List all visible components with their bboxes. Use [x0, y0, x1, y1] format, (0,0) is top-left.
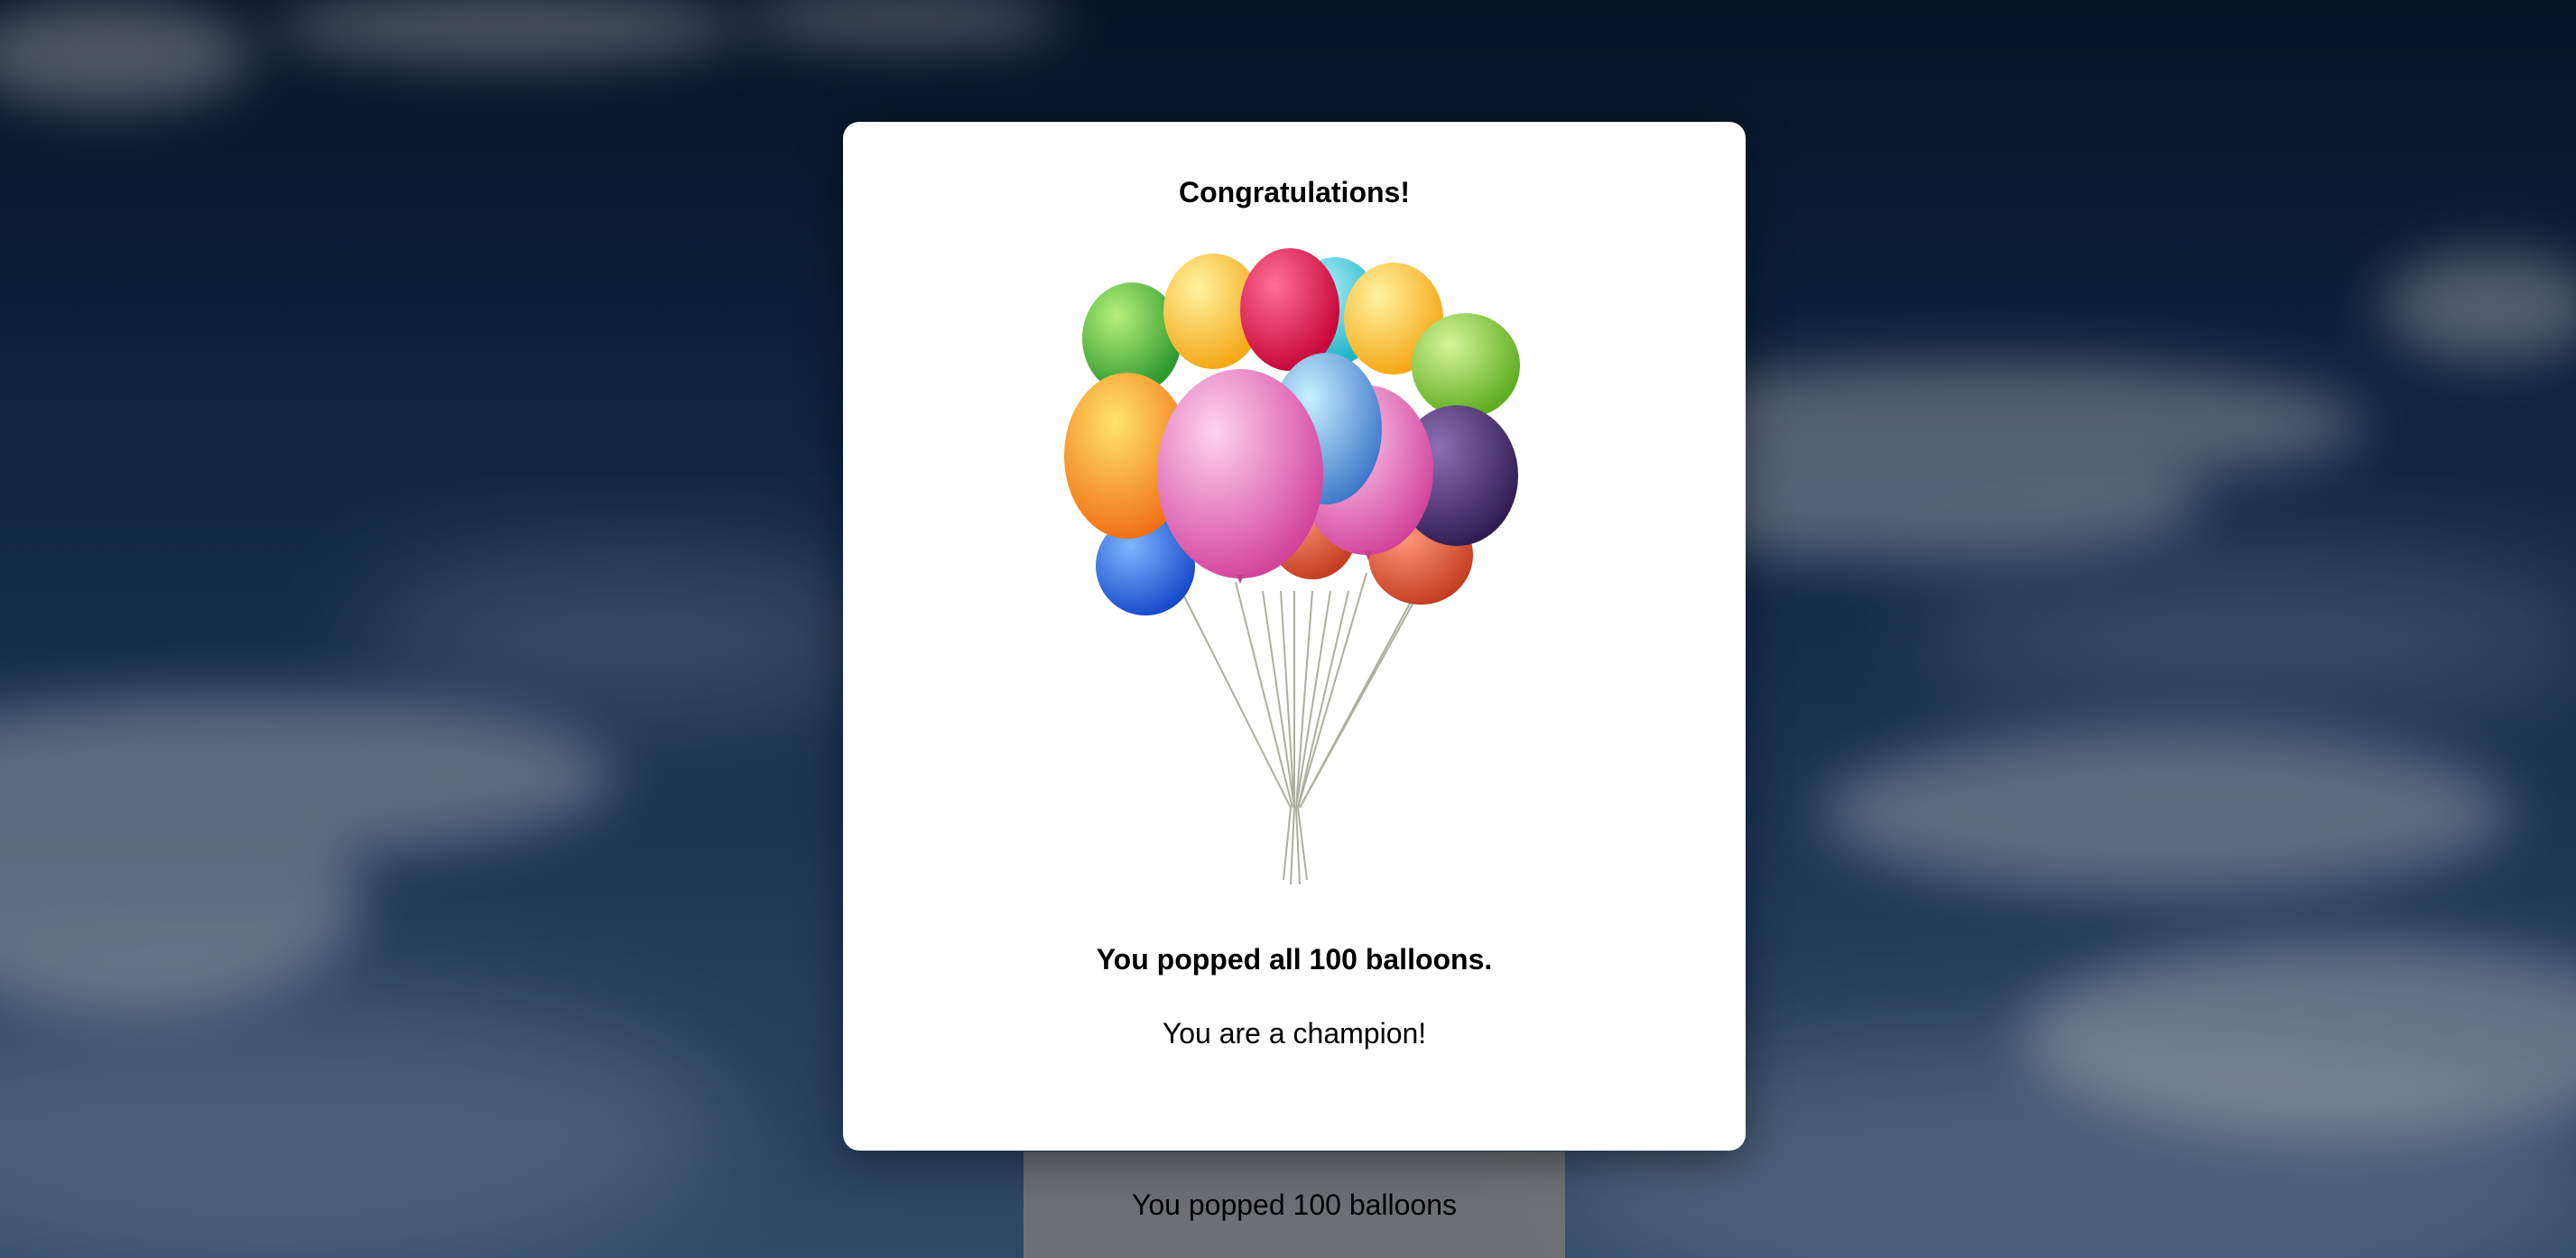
champion-message: You are a champion! — [1162, 1017, 1427, 1050]
popped-count-message: You popped all 100 balloons. — [1096, 943, 1493, 976]
balloon-strings — [1181, 572, 1431, 885]
status-text: You popped 100 balloons — [1131, 1188, 1458, 1221]
status-bar: You popped 100 balloons — [1024, 1152, 1565, 1258]
balloon-bunch-image — [1064, 248, 1520, 885]
congratulations-dialog: Congratulations! You popped all 100 ball… — [843, 122, 1746, 1151]
dialog-title: Congratulations! — [1179, 176, 1410, 208]
